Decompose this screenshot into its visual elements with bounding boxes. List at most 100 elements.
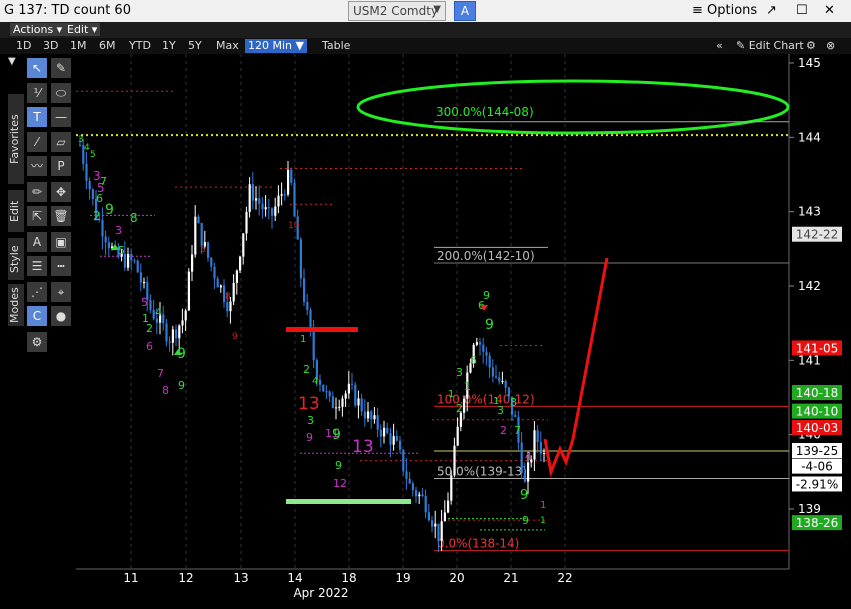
td-count-digit: 9 [522,514,529,527]
td-count-digit: 1 [464,380,471,393]
price-label: 142-22 [796,228,839,242]
edit-menu[interactable]: Edit ▾ [64,23,101,36]
td-count-digit: 6 [146,340,153,353]
window-title: G 137: TD count 60 [4,3,131,18]
close-panel-icon[interactable]: ⊗ [826,39,835,53]
ticker-a-button[interactable]: A [454,1,476,21]
candle-body [504,380,507,388]
td-count-digit: 5 [118,244,125,257]
period-5y[interactable]: 5Y [188,39,202,53]
edit-chart-button[interactable]: ✎ Edit Chart [736,39,804,53]
candle-body [293,182,296,217]
candle-body [536,430,539,443]
options-menu[interactable]: ≡ Options [692,3,757,18]
candle-body [283,194,286,196]
candle-body [437,523,440,541]
candle-body [85,163,88,182]
td-count-digit: 13 [352,437,374,457]
candle-body [242,233,245,257]
candle-body [363,411,366,419]
candle-body [101,219,104,237]
period-3d[interactable]: 3D [43,39,58,53]
popout-icon[interactable]: ↗ [766,3,777,18]
plot-area [76,54,789,569]
candle-body [219,285,222,288]
td-count-digit: 13 [298,394,320,414]
candle-body [88,181,91,190]
period-1d[interactable]: 1D [16,39,31,53]
candle-body [431,520,434,527]
td-count-digit: 3 [456,366,463,379]
period-1y[interactable]: 1Y [162,39,176,53]
td-count-digit: 4 [155,306,162,319]
td-count-digit: 3 [497,404,504,417]
td-count-digit: 9 [485,317,494,333]
support-bar[interactable] [286,499,411,504]
candle-body [303,278,306,302]
close-icon[interactable]: ✕ [824,3,835,18]
candle-body [475,342,478,345]
candle-body [354,384,357,406]
resistance-bar[interactable] [286,327,358,332]
ticker-dropdown[interactable]: USM2 Comdty ▼ [348,1,446,21]
td-count-digit: 9 [332,427,341,443]
candle-body [325,391,328,393]
candle-body [370,411,373,420]
period-6m[interactable]: 6M [99,39,116,53]
candle-body [335,407,338,409]
period-max[interactable]: Max [216,39,239,53]
candle-body [533,430,536,460]
ticker-value: USM2 Comdty [353,4,439,18]
td-count-digit: 5 [90,150,96,160]
period-bar: 1D 3D 1M 6M YTD 1Y 5Y Max 120 Min ▼ Tabl… [0,38,851,54]
candle-body [376,415,379,430]
interval-dropdown[interactable]: 120 Min ▼ [245,39,307,53]
candle-body [367,411,370,419]
candle-body [213,266,216,279]
actions-menu[interactable]: Actions ▾ [10,23,66,36]
x-tick-label: 22 [557,571,572,585]
settings-gear-icon[interactable]: ⚙ [806,39,816,53]
td-count-digit: 2 [93,209,101,223]
price-label: 141-05 [796,341,839,355]
candle-body [399,440,402,450]
td-count-digit: 3 [115,224,122,237]
x-tick-label: 13 [233,571,248,585]
candle-body [347,383,350,394]
candle-body [149,300,152,310]
period-1m[interactable]: 1M [70,39,87,53]
x-tick-label: 21 [503,571,518,585]
td-count-digit: 3 [78,135,84,145]
candle-body [181,320,184,326]
table-button[interactable]: Table [322,39,350,53]
candle-body [373,415,376,420]
candle-body [184,310,187,321]
price-label: 140-18 [796,386,839,400]
chevron-down-icon: ▼ [433,4,441,15]
td-count-digit: 9 [306,431,313,444]
x-axis-ticks: 11 12 13 14 18 19 20 21 22 [123,571,572,585]
candle-body [207,242,210,258]
candle-body [482,344,485,352]
period-ytd[interactable]: YTD [129,39,151,53]
candle-body [322,384,325,392]
candle-body [155,318,158,323]
candle-body [351,383,354,385]
candle-body [104,236,107,243]
maximize-icon[interactable]: ☐ [796,3,808,18]
price-chart[interactable]: 300.0%(144-08)200.0%(142-10)100.0%(140-1… [0,54,851,609]
td-count-digit: 7 [157,367,164,380]
collapse-icon[interactable]: « [716,39,723,53]
td-count-digit: 2 [500,424,507,437]
candle-body [495,376,498,378]
candle-body [389,433,392,445]
interval-value: 120 Min [248,39,293,52]
candle-body [197,216,200,224]
td-count-digit: 8 [162,384,169,397]
x-tick-label: 11 [123,571,138,585]
candle-body [450,475,453,501]
candle-body [312,331,315,361]
candle-body [405,471,408,479]
td-count-digit: 4 [525,450,532,463]
candle-body [229,301,232,312]
